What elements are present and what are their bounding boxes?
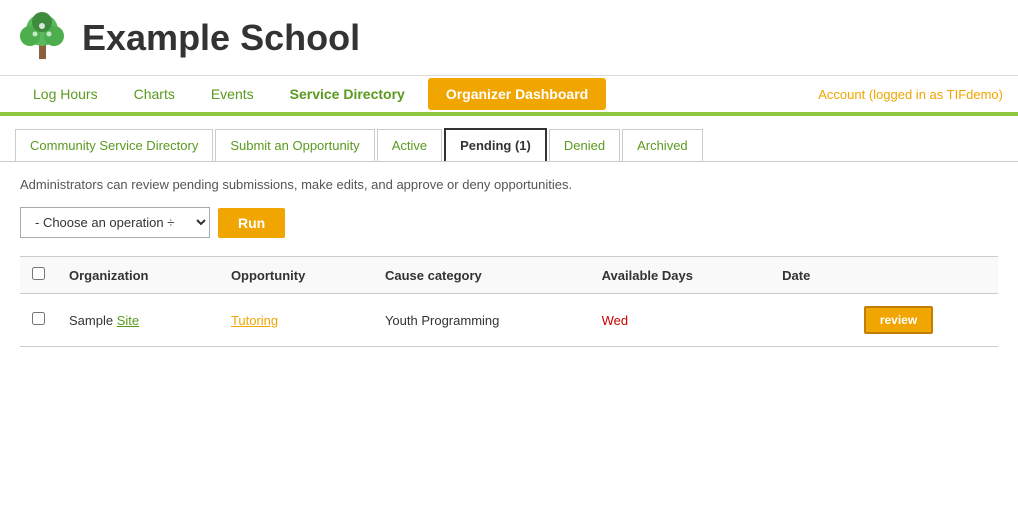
header-action xyxy=(852,257,998,294)
school-name: Example School xyxy=(82,17,360,59)
organizer-dashboard-button[interactable]: Organizer Dashboard xyxy=(428,78,606,110)
table-header: Organization Opportunity Cause category … xyxy=(20,257,998,294)
review-button[interactable]: review xyxy=(864,306,933,334)
account-user: (logged in as TIFdemo) xyxy=(869,87,1003,102)
tab-submit-opportunity[interactable]: Submit an Opportunity xyxy=(215,129,374,161)
tabs-bar: Community Service Directory Submit an Op… xyxy=(0,116,1018,162)
account-info: Account (logged in as TIFdemo) xyxy=(818,87,1003,102)
org-site-link[interactable]: Site xyxy=(117,313,139,328)
header-available-days: Available Days xyxy=(590,257,770,294)
nav-events[interactable]: Events xyxy=(193,76,272,112)
header-checkbox-col xyxy=(20,257,57,294)
tab-active[interactable]: Active xyxy=(377,129,442,161)
org-name-text: Sample xyxy=(69,313,117,328)
tab-pending[interactable]: Pending (1) xyxy=(444,128,547,161)
row-cause-category: Youth Programming xyxy=(373,294,590,347)
tab-community-service-directory[interactable]: Community Service Directory xyxy=(15,129,213,161)
school-logo-icon xyxy=(15,10,70,65)
opportunity-link[interactable]: Tutoring xyxy=(231,313,278,328)
table-body: Sample Site Tutoring Youth Programming W… xyxy=(20,294,998,347)
nav-service-directory[interactable]: Service Directory xyxy=(272,76,423,112)
row-checkbox-cell xyxy=(20,294,57,347)
row-action: review xyxy=(852,294,998,347)
row-date xyxy=(770,294,852,347)
nav-charts[interactable]: Charts xyxy=(116,76,193,112)
header-cause-category: Cause category xyxy=(373,257,590,294)
tab-denied[interactable]: Denied xyxy=(549,129,620,161)
info-text: Administrators can review pending submis… xyxy=(20,177,998,192)
account-label: Account xyxy=(818,87,865,102)
operation-select[interactable]: - Choose an operation ÷ xyxy=(20,207,210,238)
nav-log-hours[interactable]: Log Hours xyxy=(15,76,116,112)
header: Example School xyxy=(0,0,1018,76)
header-organization: Organization xyxy=(57,257,219,294)
row-available-days: Wed xyxy=(590,294,770,347)
header-date: Date xyxy=(770,257,852,294)
row-opportunity: Tutoring xyxy=(219,294,373,347)
operations-bar: - Choose an operation ÷ Run xyxy=(20,207,998,238)
table-row: Sample Site Tutoring Youth Programming W… xyxy=(20,294,998,347)
navbar: Log Hours Charts Events Service Director… xyxy=(0,76,1018,116)
opportunities-table: Organization Opportunity Cause category … xyxy=(20,256,998,347)
run-button[interactable]: Run xyxy=(218,208,285,238)
row-checkbox[interactable] xyxy=(32,312,45,325)
main-content: Administrators can review pending submis… xyxy=(0,162,1018,362)
select-all-checkbox[interactable] xyxy=(32,267,45,280)
row-organization: Sample Site xyxy=(57,294,219,347)
tab-archived[interactable]: Archived xyxy=(622,129,703,161)
header-opportunity: Opportunity xyxy=(219,257,373,294)
